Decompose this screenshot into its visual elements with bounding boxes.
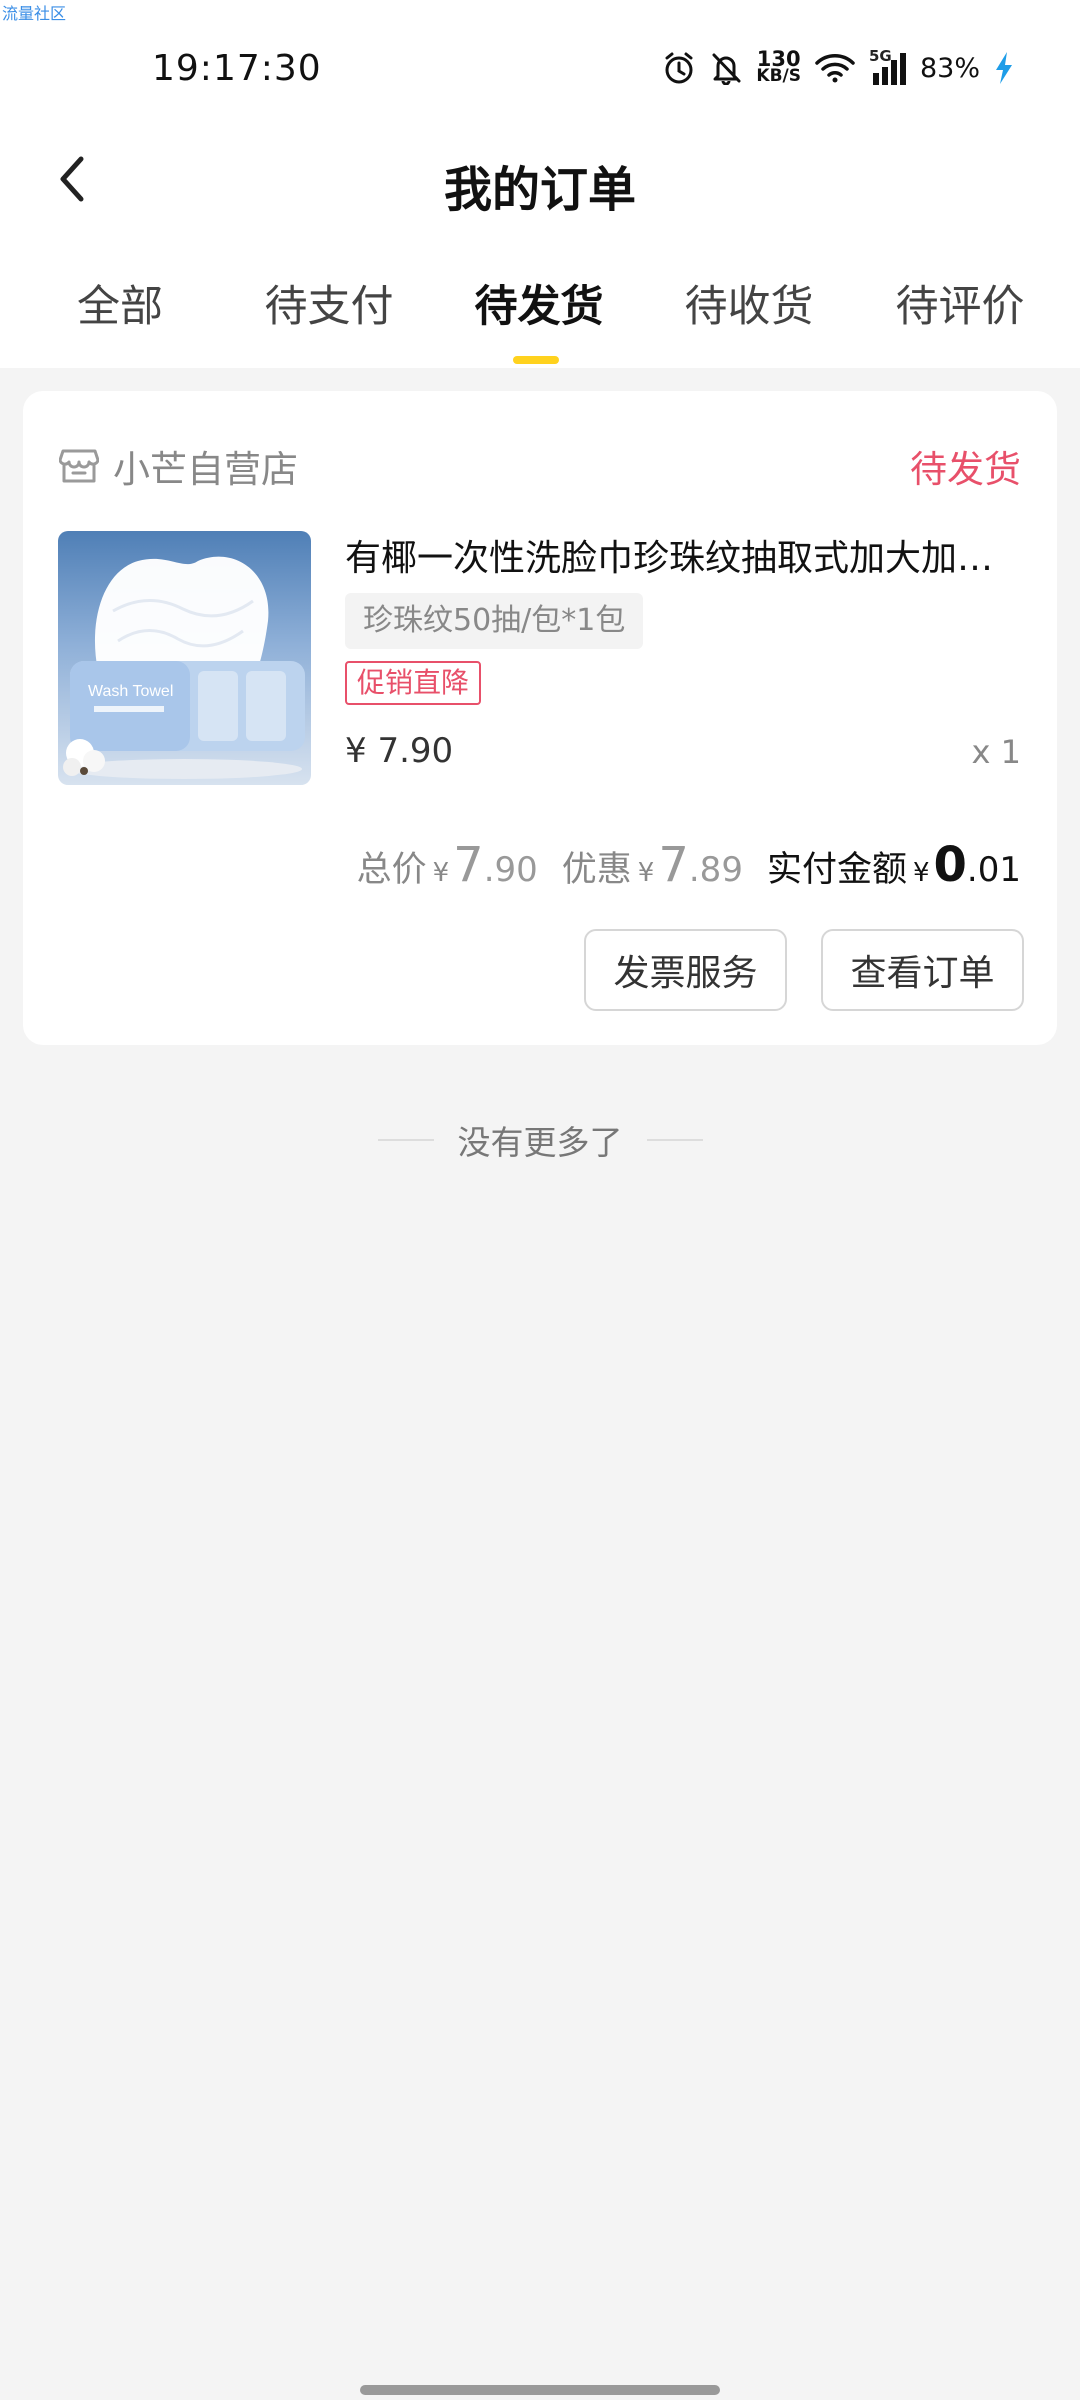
shop-name: 小芒自营店 <box>113 448 298 491</box>
invoice-service-button[interactable]: 发票服务 <box>584 929 787 1011</box>
shop-link[interactable]: 小芒自营店 <box>59 439 298 493</box>
tab-pending-shipment[interactable]: 待发货 <box>434 272 644 334</box>
home-indicator[interactable] <box>360 2385 720 2395</box>
total-currency: ¥ <box>432 858 450 888</box>
net-speed: 130 KB/S <box>756 49 801 86</box>
watermark: 流量社区 <box>2 4 67 23</box>
paid-label: 实付金额 <box>766 850 907 890</box>
tab-pending-payment[interactable]: 待支付 <box>224 272 434 334</box>
status-time: 19:17:30 <box>152 48 322 89</box>
product-title[interactable]: 有椰一次性洗脸巾珍珠纹抽取式加大加厚洗面巾 <box>345 529 1025 581</box>
total-int: 7 <box>453 837 484 893</box>
total-dec: .90 <box>483 850 538 890</box>
discount-int: 7 <box>658 837 689 893</box>
status-icons: 130 KB/S 5G 83% <box>662 46 1014 90</box>
total-label: 总价 <box>356 850 427 890</box>
paid-int: 0 <box>933 837 967 893</box>
divider-line-left <box>377 1139 434 1141</box>
product-image[interactable]: Wash Towel <box>58 531 311 785</box>
order-status: 待发货 <box>910 448 1021 491</box>
price-summary: 总价 ¥ 7 .90 优惠 ¥ 7 .89 实付金额 ¥ 0 .01 <box>357 837 1021 893</box>
tab-all[interactable]: 全部 <box>15 272 225 334</box>
active-tab-indicator <box>513 356 559 364</box>
quantity: x 1 <box>971 733 1021 771</box>
alarm-icon <box>662 51 696 85</box>
order-card[interactable]: 小芒自营店 待发货 Wash Towel 有椰一次性洗脸巾珍珠纹抽取式加大加厚 … <box>23 391 1057 1045</box>
paid-currency: ¥ <box>912 858 930 888</box>
charging-icon <box>994 51 1014 85</box>
product-image-text: Wash Towel <box>88 683 173 700</box>
unit-price: ¥ 7.90 <box>345 731 454 771</box>
view-order-button[interactable]: 查看订单 <box>821 929 1024 1011</box>
paid-dec: .01 <box>966 850 1021 890</box>
no-more-text: 没有更多了 <box>457 1123 623 1162</box>
tab-pending-review[interactable]: 待评价 <box>855 272 1065 334</box>
tab-pending-receipt[interactable]: 待收货 <box>644 272 854 334</box>
battery-percent: 83% <box>919 52 980 84</box>
divider-line-right <box>646 1139 703 1141</box>
wifi-icon <box>815 53 855 83</box>
order-tabs: 全部 待支付 待发货 待收货 待评价 <box>0 272 1080 368</box>
discount-currency: ¥ <box>637 858 655 888</box>
promo-badge: 促销直降 <box>345 661 482 705</box>
discount-label: 优惠 <box>561 850 632 890</box>
discount-dec: .89 <box>688 850 743 890</box>
net-speed-unit: KB/S <box>756 66 801 86</box>
bell-muted-icon <box>710 51 742 85</box>
product-spec: 珍珠纹50抽/包*1包 <box>345 593 644 649</box>
store-icon <box>59 449 99 483</box>
signal-label: 5G <box>868 47 892 65</box>
page-title: 我的订单 <box>443 162 636 218</box>
signal-icon: 5G <box>869 47 906 85</box>
no-more-divider: 没有更多了 <box>0 1116 1080 1164</box>
